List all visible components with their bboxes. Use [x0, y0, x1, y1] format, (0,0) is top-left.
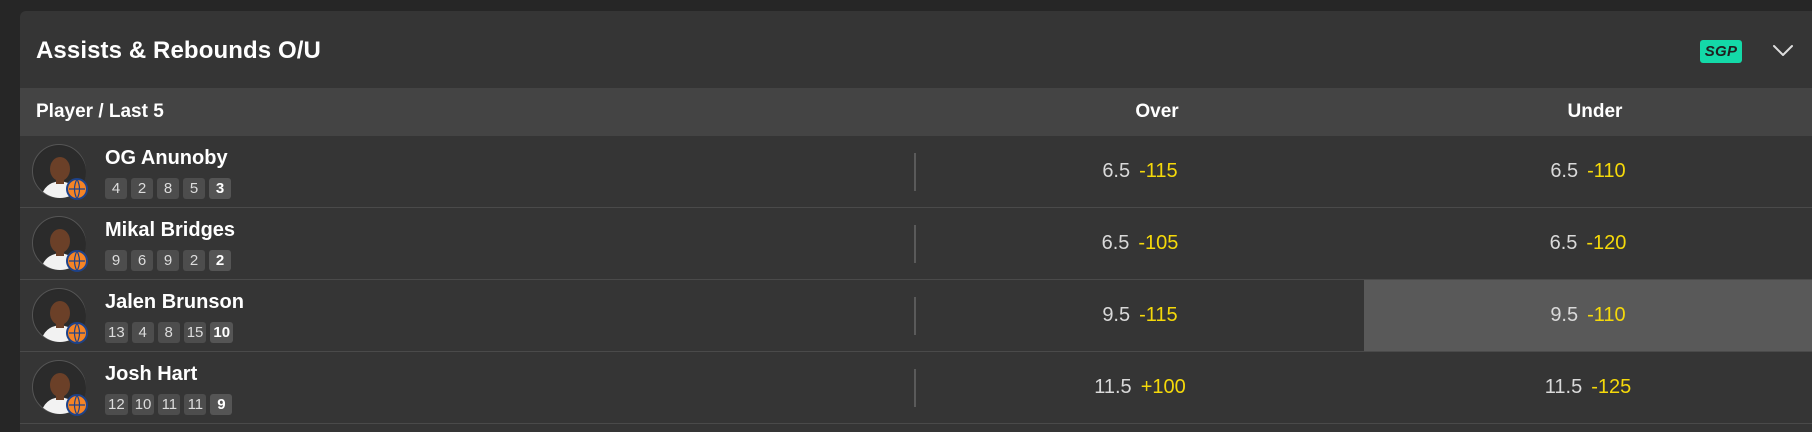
under-line: 9.5 — [1550, 304, 1579, 326]
over-line: 9.5 — [1102, 304, 1131, 326]
player-row: OG Anunoby 4 2 8 5 3 6.5 -115 6.5 -110 — [20, 136, 1812, 208]
column-header: Player / Last 5 Over Under — [20, 88, 1812, 136]
chevron-down-icon[interactable] — [1772, 44, 1794, 58]
last-5-chip: 2 — [209, 250, 231, 271]
under-line: 11.5 — [1544, 376, 1583, 398]
over-price: -115 — [1139, 304, 1178, 326]
knicks-logo-icon — [65, 393, 89, 417]
over-price: +100 — [1140, 376, 1186, 398]
player-list: OG Anunoby 4 2 8 5 3 6.5 -115 6.5 -110 Mikal Bridg… — [20, 136, 1812, 424]
player-avatar — [32, 360, 89, 417]
last-5-chip: 5 — [183, 178, 205, 199]
over-odds-button[interactable]: 6.5 -115 — [916, 136, 1364, 207]
last-5-chip: 12 — [105, 394, 128, 415]
last-5-chip: 10 — [210, 322, 234, 343]
last-5-chip: 8 — [157, 322, 180, 343]
last-5-chip: 4 — [131, 322, 154, 343]
last-5-chip: 2 — [183, 250, 205, 271]
over-odds-button[interactable]: 6.5 -105 — [916, 208, 1364, 279]
last-5-chip: 15 — [183, 322, 207, 343]
last-5-results: 42853 — [105, 178, 231, 199]
under-odds-button[interactable]: 11.5 -125 — [1364, 352, 1812, 423]
over-odds-button[interactable]: 11.5 +100 — [916, 352, 1364, 423]
over-odds-button[interactable]: 9.5 -115 — [916, 280, 1364, 351]
player-row: Mikal Bridges 9 6 9 2 2 6.5 -105 6.5 -120 — [20, 208, 1812, 280]
player-name: Jalen Brunson — [105, 291, 244, 313]
player-row: Jalen Brunson 13 4 8 15 10 9.5 -115 9.5 -110 — [20, 280, 1812, 352]
last-5-results: 13 4 8 15 10 — [105, 322, 234, 343]
sgp-badge: SGP — [1700, 40, 1742, 63]
over-line: 6.5 — [1102, 160, 1131, 182]
last-5-chip: 11 — [184, 394, 207, 415]
player-row: Josh Hart 12 10 11 11 9 11.5 +100 11.5 -125 — [20, 352, 1812, 424]
under-odds-button[interactable]: 9.5 -110 — [1364, 280, 1812, 351]
over-price: -115 — [1139, 160, 1178, 182]
knicks-logo-icon — [65, 249, 89, 273]
under-price: -125 — [1591, 376, 1632, 398]
over-column-label: Over — [1135, 101, 1179, 122]
under-column-label: Under — [1567, 101, 1623, 122]
over-price: -105 — [1138, 232, 1179, 254]
last-5-chip: 10 — [131, 394, 155, 415]
under-price: -110 — [1587, 304, 1626, 326]
under-price: -120 — [1586, 232, 1627, 254]
last-5-chip: 11 — [158, 394, 181, 415]
last-5-chip: 2 — [131, 178, 153, 199]
under-odds-button[interactable]: 6.5 -110 — [1364, 136, 1812, 207]
market-title: Assists & Rebounds O/U — [36, 37, 321, 64]
last-5-chip: 13 — [105, 322, 128, 343]
player-name: OG Anunoby — [105, 147, 228, 169]
under-line: 6.5 — [1549, 232, 1578, 254]
last-5-chip: 6 — [131, 250, 153, 271]
market-panel: Assists & Rebounds O/U SGP Player / Last… — [20, 11, 1812, 432]
last-5-chip: 4 — [105, 178, 127, 199]
last-5-chip: 9 — [105, 250, 127, 271]
last-5-results: 12 10 11 11 9 — [105, 394, 233, 415]
player-avatar — [32, 288, 89, 345]
last-5-chip: 9 — [210, 394, 233, 415]
player-column-label: Player / Last 5 — [36, 101, 164, 122]
player-avatar — [32, 144, 89, 201]
last-5-chip: 8 — [157, 178, 179, 199]
under-odds-button[interactable]: 6.5 -120 — [1364, 208, 1812, 279]
last-5-chip: 3 — [209, 178, 231, 199]
last-5-chip: 9 — [157, 250, 179, 271]
player-avatar — [32, 216, 89, 273]
player-name: Mikal Bridges — [105, 219, 236, 241]
over-line: 6.5 — [1101, 232, 1130, 254]
player-name: Josh Hart — [105, 363, 198, 385]
under-line: 6.5 — [1550, 160, 1579, 182]
last-5-results: 96922 — [105, 250, 231, 271]
knicks-logo-icon — [65, 321, 89, 345]
over-line: 11.5 — [1094, 376, 1132, 398]
market-header[interactable]: Assists & Rebounds O/U SGP — [20, 11, 1812, 88]
under-price: -110 — [1587, 160, 1626, 182]
knicks-logo-icon — [65, 177, 89, 201]
